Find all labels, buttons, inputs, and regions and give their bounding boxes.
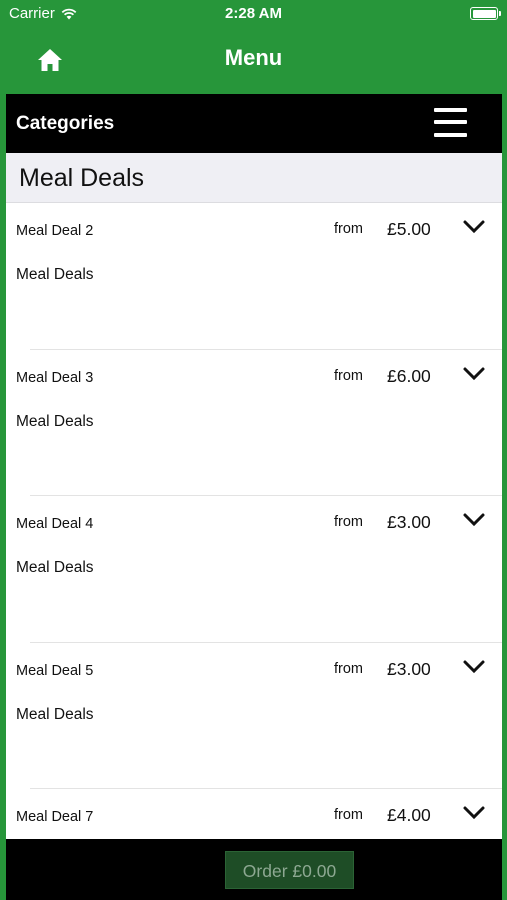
section-header: Meal Deals [6, 153, 502, 203]
item-description: Meal Deals [16, 559, 94, 576]
categories-label: Categories [16, 113, 115, 134]
section-title: Meal Deals [19, 164, 145, 192]
status-time: 2:28 AM [225, 5, 282, 22]
item-name: Meal Deal 7 [16, 809, 94, 825]
chevron-down-icon[interactable] [462, 366, 486, 382]
menu-item[interactable]: Meal Deal 4 from £3.00 Meal Deals [6, 496, 502, 643]
chevron-down-icon[interactable] [462, 659, 486, 675]
menu-item[interactable]: Meal Deal 3 from £6.00 Meal Deals [6, 350, 502, 496]
chevron-down-icon[interactable] [462, 512, 486, 528]
item-from-label: from [334, 807, 363, 823]
menu-item[interactable]: Meal Deal 5 from £3.00 Meal Deals [6, 643, 502, 789]
nav-bar: Menu [0, 28, 507, 94]
item-name: Meal Deal 3 [16, 369, 94, 386]
item-from-label: from [334, 367, 363, 384]
item-price: £3.00 [387, 512, 431, 532]
item-name: Meal Deal 4 [16, 516, 94, 532]
categories-bar[interactable]: Categories [6, 94, 502, 153]
status-bar: Carrier 2:28 AM [0, 0, 507, 28]
hamburger-icon[interactable] [434, 106, 470, 139]
menu-item-list: Meal Deal 2 from £5.00 Meal Deals Meal D… [6, 203, 502, 839]
menu-panel: Categories Meal Deals Meal Deal 2 from £… [6, 94, 502, 900]
item-price: £3.00 [387, 658, 431, 679]
item-price: £5.00 [387, 219, 431, 239]
page-title: Menu [224, 45, 283, 70]
item-from-label: from [334, 514, 363, 530]
item-description: Meal Deals [16, 266, 94, 283]
menu-item[interactable]: Meal Deal 2 from £5.00 Meal Deals [6, 203, 502, 350]
order-button[interactable]: Order £0.00 [225, 851, 354, 889]
item-from-label: from [334, 660, 363, 677]
item-name: Meal Deal 5 [16, 662, 94, 679]
menu-item[interactable]: Meal Deal 7 from £4.00 [6, 789, 502, 839]
item-from-label: from [334, 221, 363, 237]
chevron-down-icon[interactable] [462, 219, 486, 235]
chevron-down-icon[interactable] [462, 805, 486, 821]
item-price: £4.00 [387, 805, 431, 825]
battery-icon [470, 7, 501, 20]
item-description: Meal Deals [16, 412, 94, 430]
bottom-bar: Order £0.00 [6, 839, 502, 900]
item-price: £6.00 [387, 365, 431, 386]
item-description: Meal Deals [16, 705, 94, 723]
item-name: Meal Deal 2 [16, 223, 94, 239]
